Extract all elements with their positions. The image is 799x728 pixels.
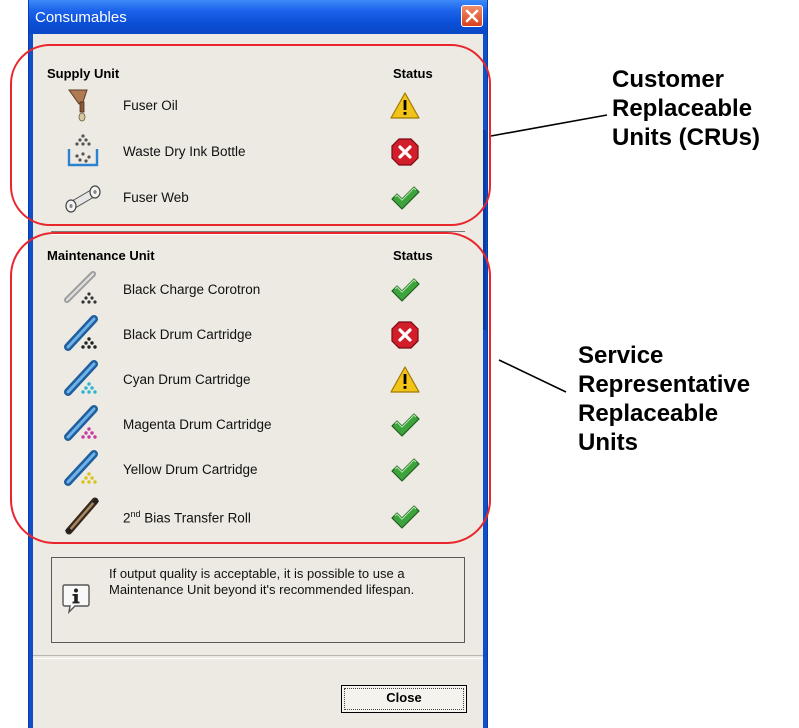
cru-annotation: Customer Replaceable Units (CRUs)	[612, 66, 760, 151]
srru-annotation: Service Representative Replaceable Units	[578, 342, 751, 456]
